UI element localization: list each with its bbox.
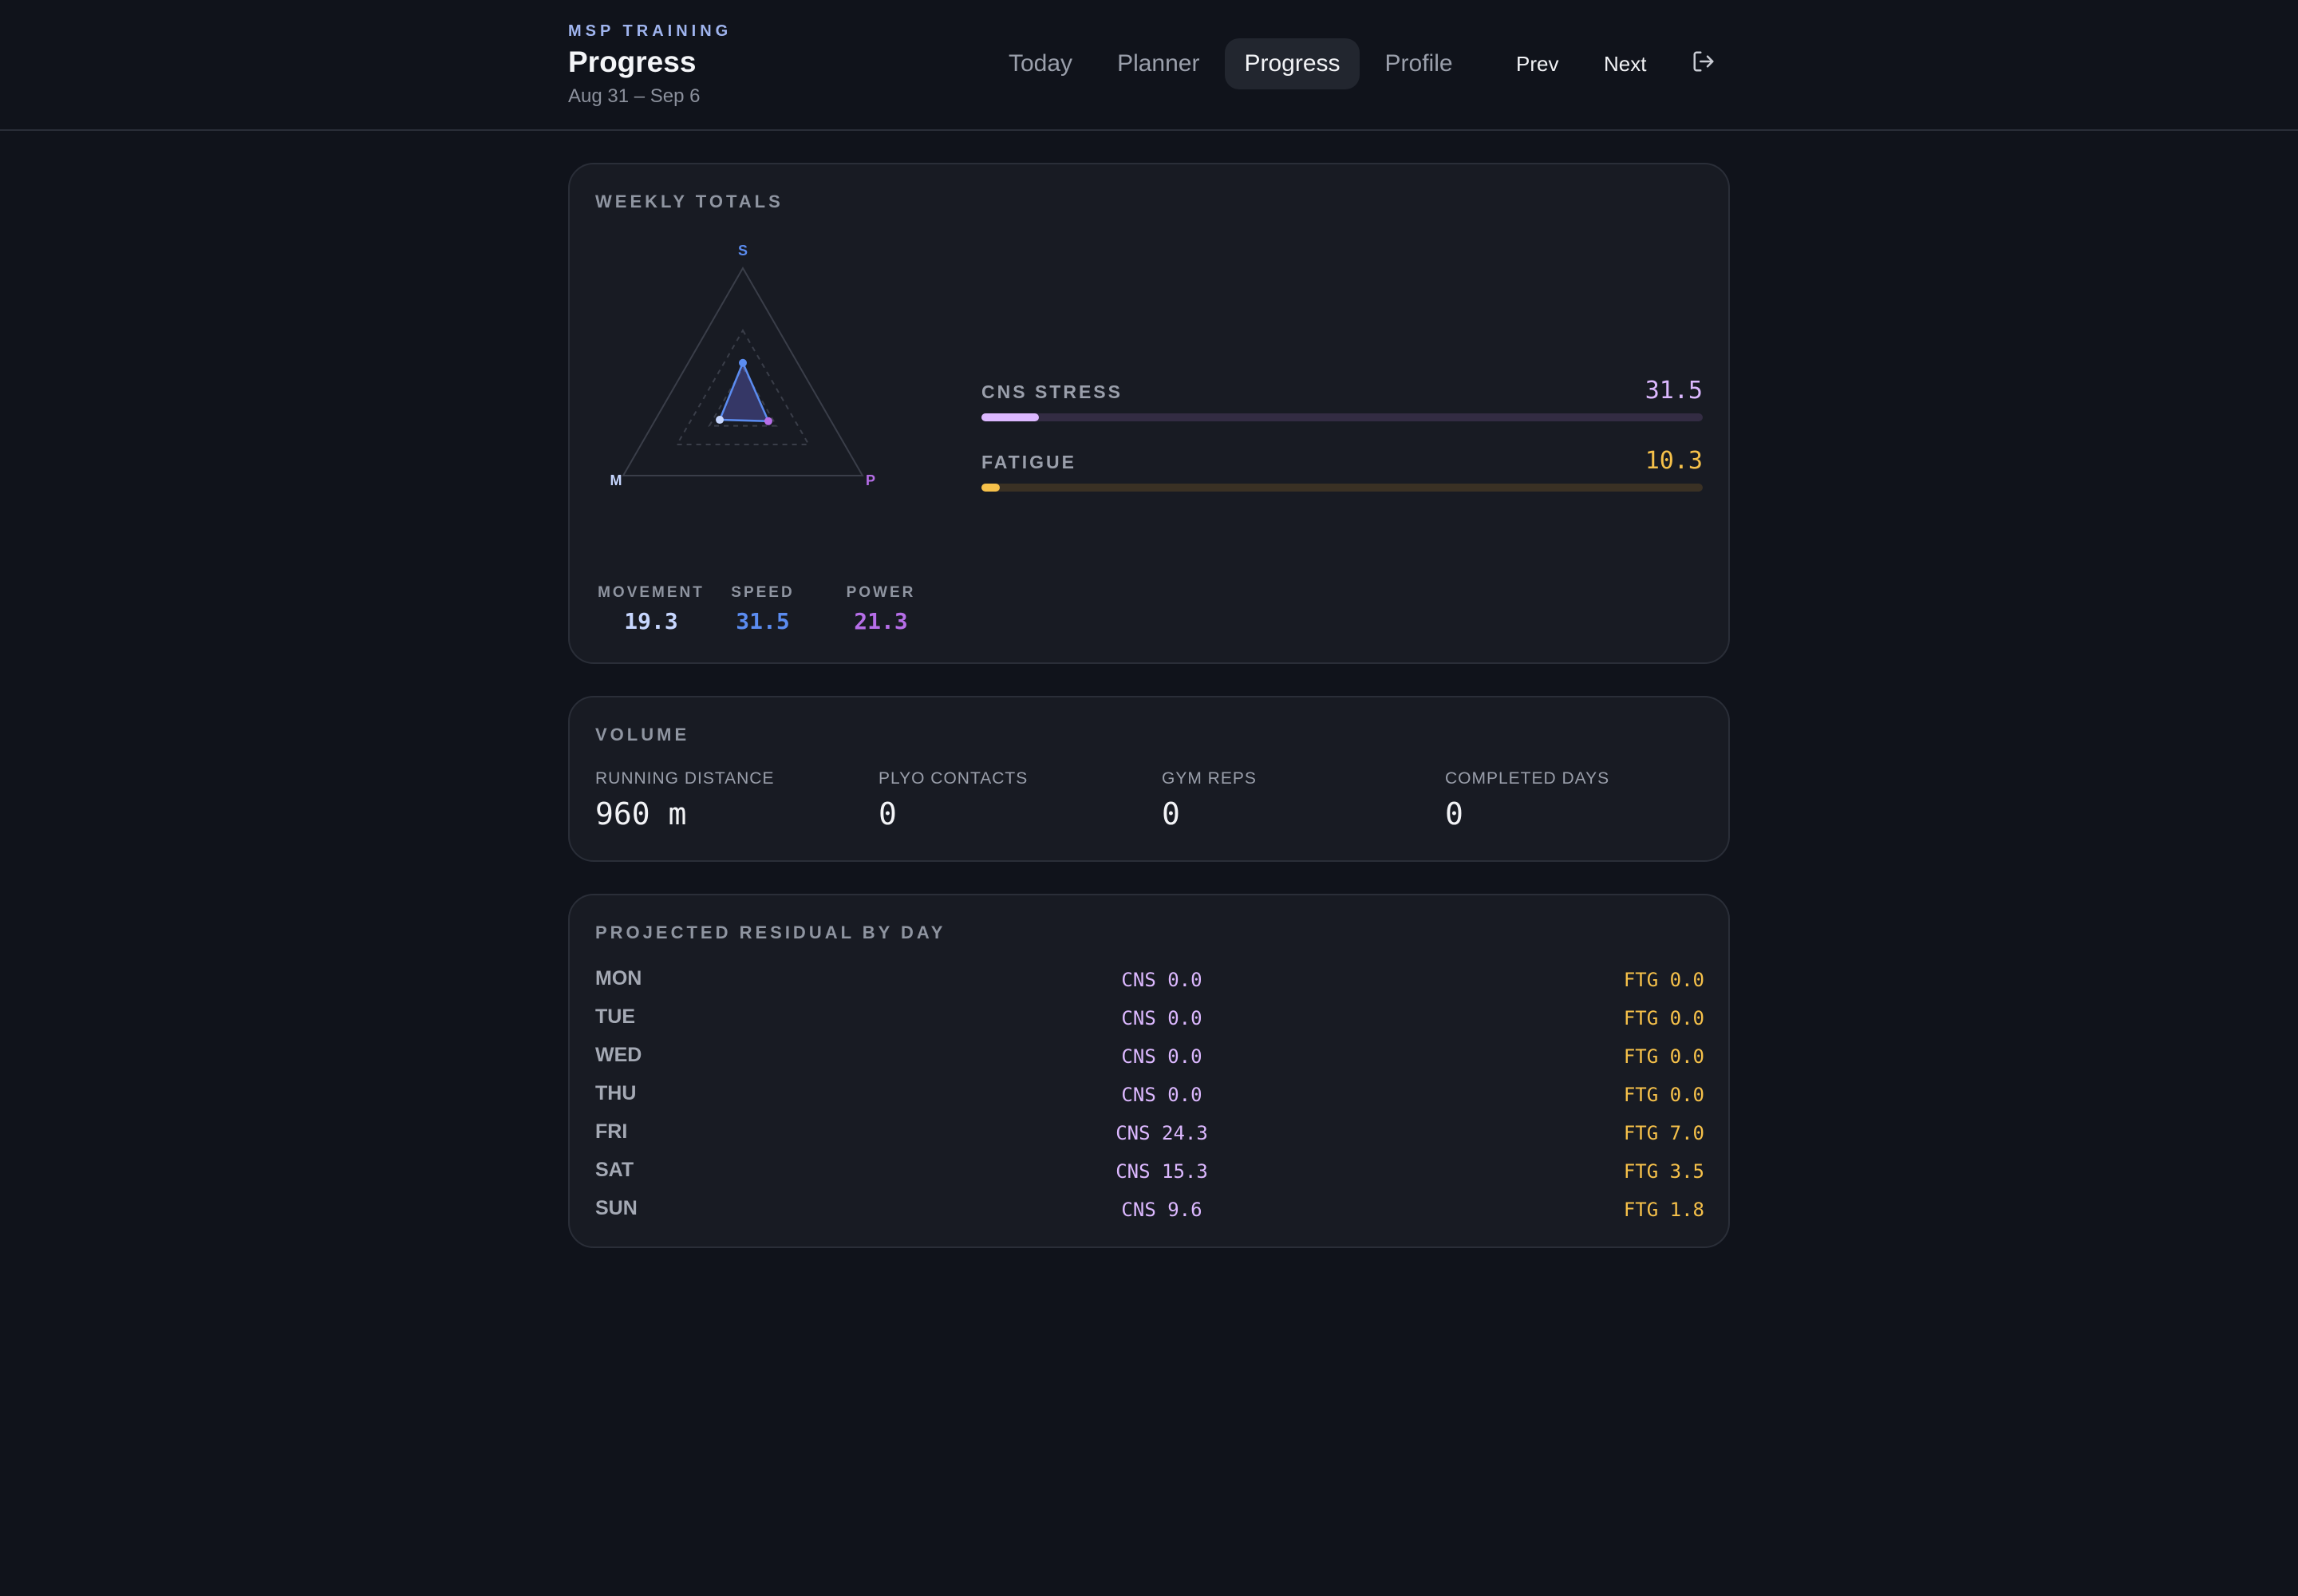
- tab-today[interactable]: Today: [989, 38, 1092, 89]
- residual-ftg: FTG 0.0: [1623, 969, 1704, 991]
- fatigue-meter: FATIGUE 10.3: [981, 447, 1703, 492]
- volume-value: 0: [1162, 796, 1180, 832]
- cns-stress-meter: CNS STRESS 31.5: [981, 377, 1703, 421]
- volume-value: 0: [879, 796, 897, 832]
- top-bar: MSP TRAINING Progress Aug 31 – Sep 6 Tod…: [0, 0, 2298, 131]
- residual-ftg: FTG 0.0: [1623, 1007, 1704, 1029]
- volume-value: 960 m: [595, 796, 687, 832]
- stat-power: POWER 21.3: [841, 584, 921, 634]
- residual-day: TUE: [595, 1005, 635, 1028]
- tab-planner[interactable]: Planner: [1098, 38, 1218, 89]
- radar-shape: [718, 360, 770, 423]
- cns-stress-value: 31.5: [1645, 377, 1703, 405]
- brand: MSP TRAINING Progress Aug 31 – Sep 6: [568, 22, 732, 108]
- radar-point-power: [764, 417, 772, 425]
- residual-day: FRI: [595, 1120, 628, 1143]
- residual-day: SAT: [595, 1159, 634, 1181]
- residual-cns: CNS 0.0: [1121, 1045, 1202, 1068]
- stat-movement: MOVEMENT 19.3: [595, 584, 707, 634]
- radar-point-speed: [739, 358, 747, 367]
- weekly-totals-card: WEEKLY TOTALS S M P MOVEMENT 19.3 SPEED …: [568, 163, 1730, 664]
- residual-day: SUN: [595, 1197, 638, 1219]
- fatigue-fill: [981, 484, 1000, 492]
- weekly-totals-title: WEEKLY TOTALS: [595, 192, 784, 211]
- residual-ftg: FTG 7.0: [1623, 1122, 1704, 1144]
- cns-stress-track: [981, 413, 1703, 421]
- projected-residual-card: PROJECTED RESIDUAL BY DAY MON CNS 0.0 FT…: [568, 894, 1730, 1248]
- residual-cns: CNS 0.0: [1121, 969, 1202, 991]
- stat-power-label: POWER: [846, 584, 916, 601]
- cns-stress-label: CNS STRESS: [981, 381, 1123, 402]
- residual-row-sat: SAT CNS 15.3 FTG 3.5: [595, 1156, 1704, 1194]
- volume-running-distance: RUNNING DISTANCE 960 m: [595, 769, 774, 832]
- stat-speed: SPEED 31.5: [723, 584, 803, 634]
- volume-card: VOLUME RUNNING DISTANCE 960 m PLYO CONTA…: [568, 696, 1730, 862]
- next-button[interactable]: Next: [1604, 38, 1646, 89]
- radar-label-s: S: [738, 243, 748, 259]
- residual-ftg: FTG 3.5: [1623, 1160, 1704, 1183]
- prev-button[interactable]: Prev: [1516, 38, 1558, 89]
- fatigue-track: [981, 484, 1703, 492]
- radar-label-p: P: [866, 472, 875, 488]
- volume-plyo-contacts: PLYO CONTACTS 0: [879, 769, 1028, 832]
- volume-label: PLYO CONTACTS: [879, 769, 1029, 788]
- residual-ftg: FTG 1.8: [1623, 1199, 1704, 1221]
- cns-stress-fill: [981, 413, 1040, 421]
- stat-speed-label: SPEED: [731, 584, 795, 601]
- brand-kicker: MSP TRAINING: [568, 22, 732, 40]
- residual-day: WED: [595, 1044, 642, 1066]
- residual-ftg: FTG 0.0: [1623, 1084, 1704, 1106]
- residual-ftg: FTG 0.0: [1623, 1045, 1704, 1068]
- main-nav: Today Planner Progress Profile: [989, 38, 1479, 89]
- residual-cns: CNS 9.6: [1121, 1199, 1202, 1221]
- volume-label: GYM REPS: [1162, 769, 1257, 788]
- residual-day: THU: [595, 1082, 637, 1104]
- residual-day: MON: [595, 967, 642, 990]
- stat-power-value: 21.3: [854, 608, 908, 634]
- volume-label: COMPLETED DAYS: [1445, 769, 1610, 788]
- stat-movement-label: MOVEMENT: [598, 584, 705, 601]
- residual-cns: CNS 24.3: [1115, 1122, 1208, 1144]
- radar-label-m: M: [610, 472, 622, 488]
- residual-row-wed: WED CNS 0.0 FTG 0.0: [595, 1041, 1704, 1079]
- residual-cns: CNS 15.3: [1115, 1160, 1208, 1183]
- volume-completed-days: COMPLETED DAYS 0: [1445, 769, 1609, 832]
- residual-row-mon: MON CNS 0.0 FTG 0.0: [595, 964, 1704, 1002]
- radar-point-movement: [716, 416, 725, 425]
- date-range: Aug 31 – Sep 6: [568, 85, 701, 107]
- radar-chart: S M P: [610, 243, 876, 488]
- residual-row-thu: THU CNS 0.0 FTG 0.0: [595, 1079, 1704, 1117]
- logout-icon[interactable]: [1692, 49, 1716, 73]
- volume-value: 0: [1445, 796, 1463, 832]
- tab-profile[interactable]: Profile: [1366, 38, 1472, 89]
- volume-label: RUNNING DISTANCE: [595, 769, 775, 788]
- residual-row-fri: FRI CNS 24.3 FTG 7.0: [595, 1117, 1704, 1156]
- residual-title: PROJECTED RESIDUAL BY DAY: [595, 922, 946, 942]
- volume-gym-reps: GYM REPS 0: [1162, 769, 1257, 832]
- fatigue-value: 10.3: [1645, 447, 1703, 475]
- residual-row-sun: SUN CNS 9.6 FTG 1.8: [595, 1194, 1704, 1232]
- residual-cns: CNS 0.0: [1121, 1084, 1202, 1106]
- residual-row-tue: TUE CNS 0.0 FTG 0.0: [595, 1002, 1704, 1041]
- stat-movement-value: 19.3: [624, 608, 678, 634]
- page-title: Progress: [568, 45, 697, 78]
- volume-title: VOLUME: [595, 725, 690, 745]
- stat-speed-value: 31.5: [736, 608, 790, 634]
- fatigue-label: FATIGUE: [981, 452, 1076, 472]
- tab-progress[interactable]: Progress: [1225, 38, 1360, 89]
- residual-cns: CNS 0.0: [1121, 1007, 1202, 1029]
